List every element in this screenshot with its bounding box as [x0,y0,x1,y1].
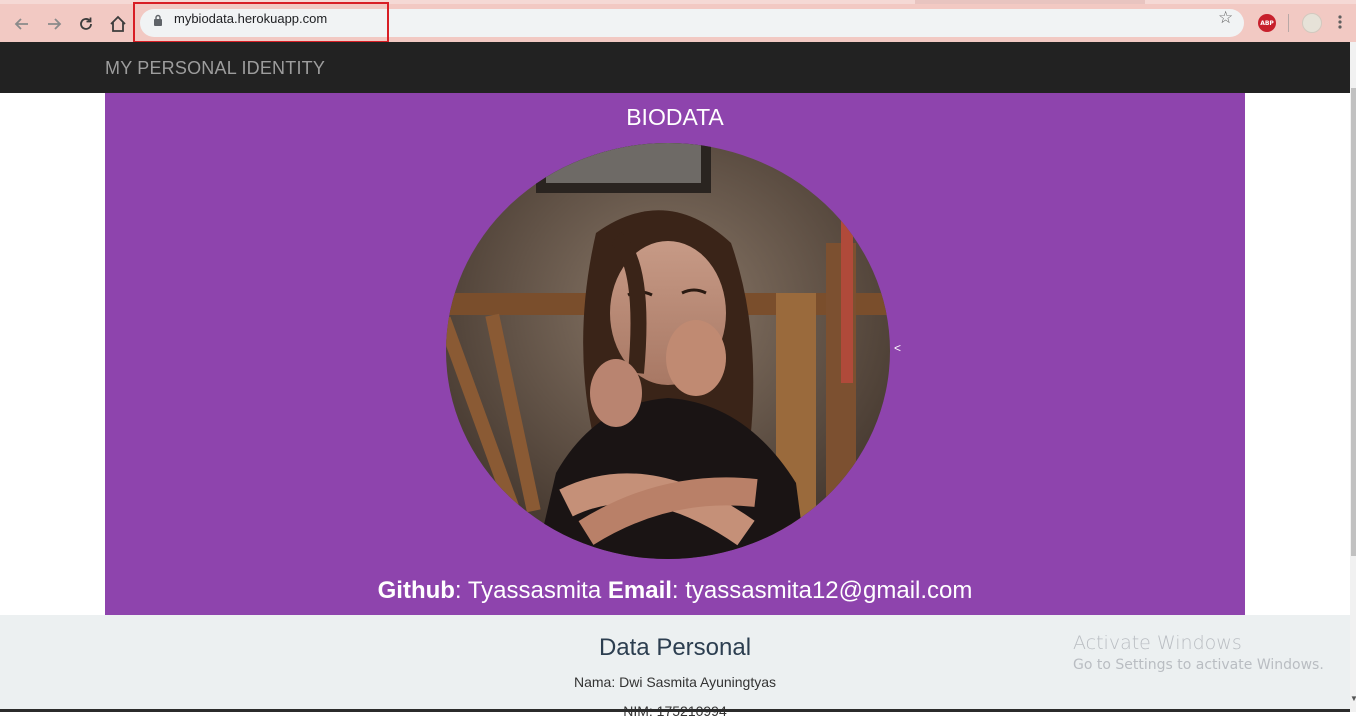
adblock-extension-icon[interactable]: ABP [1258,14,1276,32]
reload-icon [80,17,92,30]
nama-field: Nama: Dwi Sasmita Ayuningtyas [573,674,777,690]
hero-title: BIODATA [626,104,724,130]
menu-kebab-icon[interactable] [1338,14,1342,30]
biodata-hero: BIODATA < Github: Tyassasmita Email: tya… [105,93,1245,615]
navbar-brand[interactable]: MY PERSONAL IDENTITY [105,58,325,79]
site-navbar: MY PERSONAL IDENTITY [0,42,1350,93]
github-value: : Tyassasmita [454,577,608,604]
arrow-right-icon [48,18,62,30]
profile-photo [446,143,890,559]
page-scrollbar-thumb[interactable] [1351,88,1356,556]
email-label: Email [607,577,672,604]
activate-windows-subtitle: Go to Settings to activate Windows. [1073,657,1324,673]
forward-button[interactable] [43,13,65,35]
bookmark-star-icon[interactable]: ☆ [1218,8,1233,28]
toolbar-divider [1288,14,1289,32]
back-button[interactable] [11,13,33,35]
home-button[interactable] [107,13,129,35]
reload-button[interactable] [75,13,97,35]
home-icon [110,15,126,32]
email-value: : tyassasmita12@gmail.com [671,577,973,604]
carousel-prev-caret[interactable]: < [894,341,901,355]
activate-windows-title: Activate Windows [1073,632,1242,654]
contact-line: Github: Tyassasmita Email: tyassasmita12… [105,577,1245,605]
arrow-left-icon [14,18,28,30]
scroll-down-arrow-icon[interactable]: ▼ [1350,694,1356,703]
github-label: Github [377,577,455,604]
url-highlight-box [133,2,389,43]
profile-avatar[interactable] [1302,13,1322,33]
